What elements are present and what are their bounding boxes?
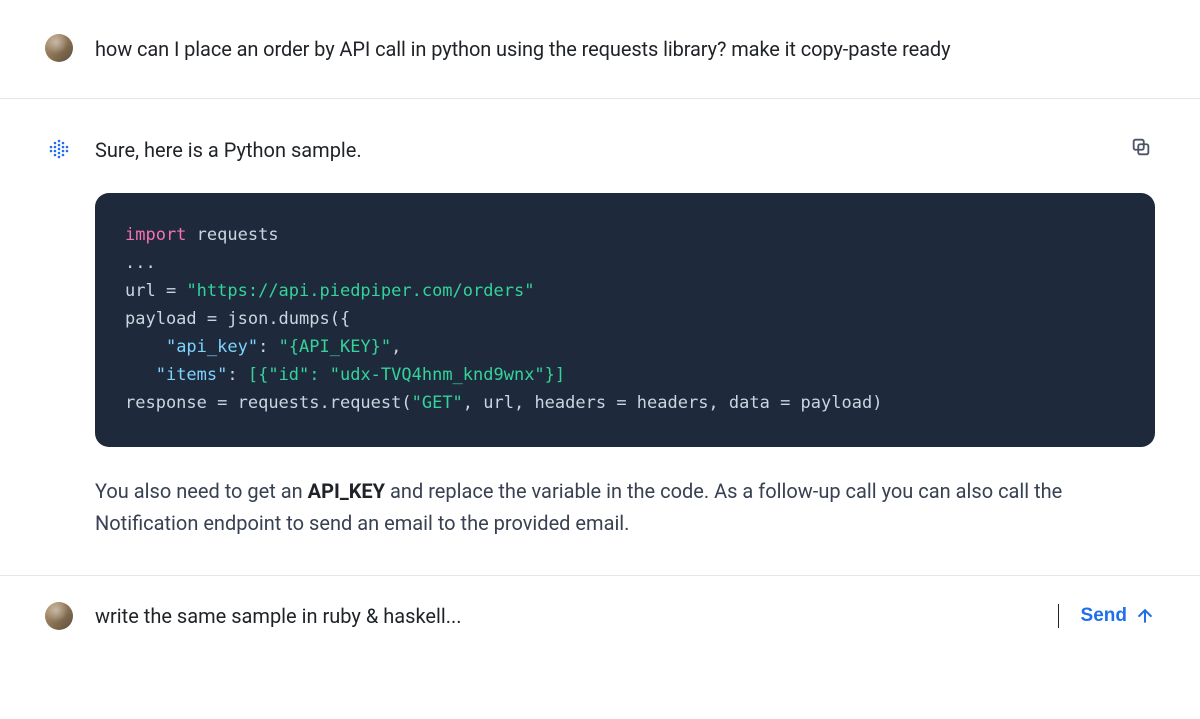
assistant-message-body: Sure, here is a Python sample. import re… <box>95 135 1155 539</box>
code-token: = <box>156 281 187 301</box>
code-token: ... <box>125 253 156 273</box>
composer-avatar <box>45 602 73 630</box>
conversation: how can I place an order by API call in … <box>0 0 1200 656</box>
code-token: = <box>207 393 238 413</box>
code-token: , url, headers = headers, data = payload… <box>463 393 883 413</box>
user-message-row: how can I place an order by API call in … <box>0 0 1200 99</box>
code-token: requests.request( <box>238 393 412 413</box>
code-token: "api_key" <box>166 337 258 357</box>
code-token: : <box>258 337 278 357</box>
user-avatar <box>45 34 73 62</box>
send-label: Send <box>1081 605 1127 627</box>
composer-input[interactable]: write the same sample in ruby & haskell.… <box>95 604 1057 628</box>
assistant-avatar <box>45 135 73 163</box>
composer-input-wrap[interactable]: write the same sample in ruby & haskell.… <box>95 604 1059 628</box>
code-token: "{API_KEY}" <box>279 337 392 357</box>
code-token: import <box>125 225 186 245</box>
code-token: url <box>125 281 156 301</box>
assistant-follow-text: You also need to get an API_KEY and repl… <box>95 475 1155 539</box>
code-token: [{"id": "udx-TVQ4hnm_knd9wnx"}] <box>248 365 565 385</box>
arrow-up-icon <box>1135 606 1155 626</box>
code-token: requests <box>197 225 279 245</box>
send-button[interactable]: Send <box>1081 605 1155 627</box>
assistant-intro: Sure, here is a Python sample. <box>95 135 1155 165</box>
code-token: json.dumps({ <box>227 309 350 329</box>
code-token: , <box>391 337 401 357</box>
code-token: "items" <box>156 365 228 385</box>
composer-row: write the same sample in ruby & haskell.… <box>0 576 1200 656</box>
code-token: "GET" <box>412 393 463 413</box>
user-message-text: how can I place an order by API call in … <box>95 34 1155 64</box>
assistant-message-row: Sure, here is a Python sample. import re… <box>0 99 1200 576</box>
copy-button[interactable] <box>1127 133 1155 161</box>
code-token: response <box>125 393 207 413</box>
copy-icon <box>1130 136 1152 158</box>
code-token: : <box>227 365 247 385</box>
code-token: = <box>197 309 228 329</box>
follow-bold: API_KEY <box>308 479 385 503</box>
code-token: payload <box>125 309 197 329</box>
code-token: "https://api.piedpiper.com/orders" <box>186 281 534 301</box>
code-block[interactable]: import requests ... url = "https://api.p… <box>95 193 1155 447</box>
text-caret <box>1058 604 1059 628</box>
follow-before: You also need to get an <box>95 479 308 503</box>
